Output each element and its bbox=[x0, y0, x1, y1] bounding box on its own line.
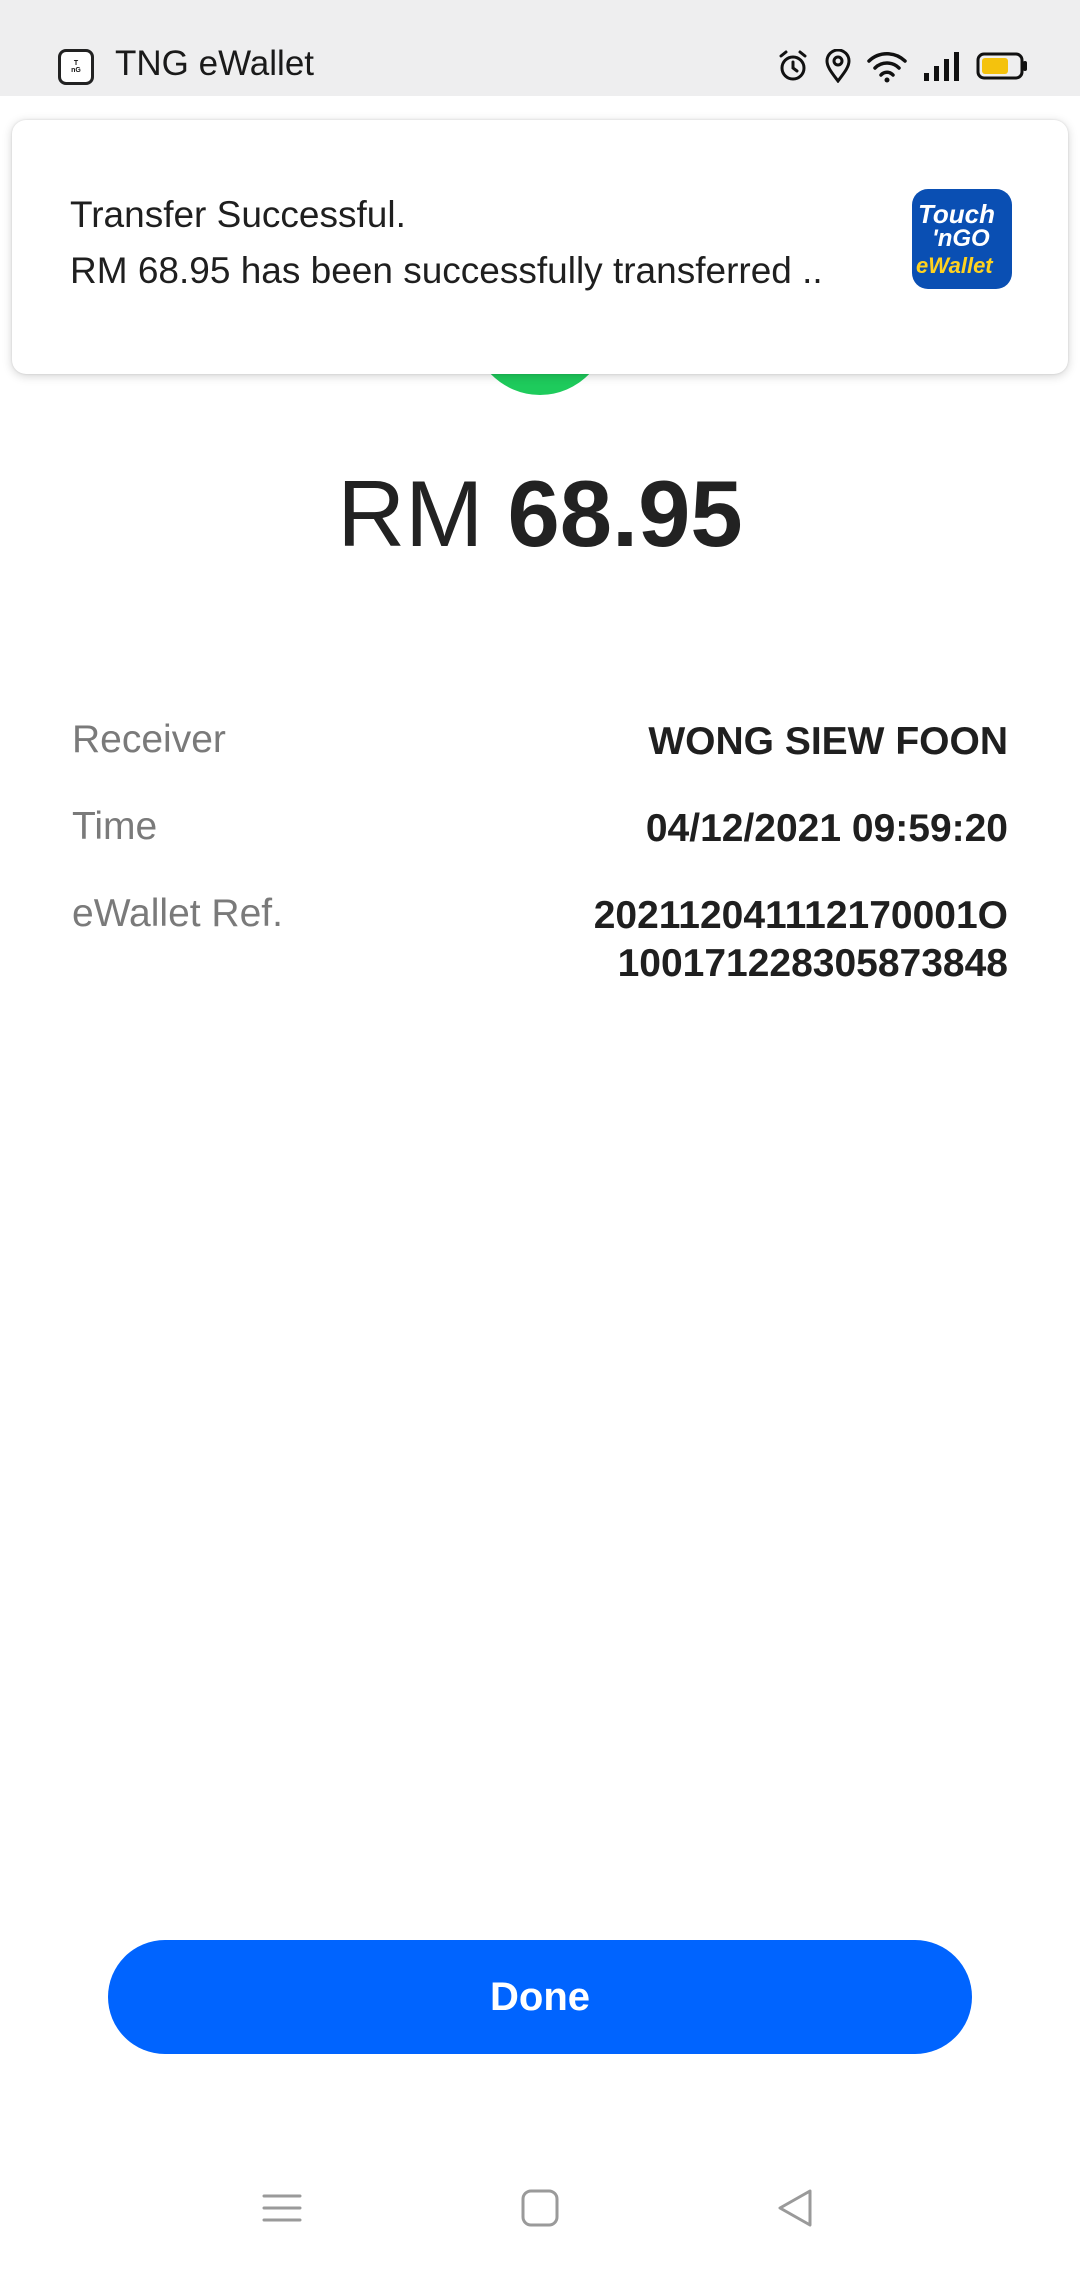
tng-app-icon: TnG bbox=[58, 49, 94, 85]
ewallet-ref-line2: 100171228305873848 bbox=[617, 942, 1008, 985]
notification-title: Transfer Successful. bbox=[70, 194, 406, 235]
system-nav-bar bbox=[0, 2180, 1080, 2250]
signal-icon bbox=[922, 49, 962, 83]
done-button[interactable]: Done bbox=[108, 1940, 972, 2054]
menu-icon[interactable] bbox=[262, 2188, 302, 2233]
back-icon[interactable] bbox=[776, 2188, 816, 2233]
ewallet-ref-value: 202112041112170001O 100171228305873848 bbox=[594, 892, 1008, 988]
tng-logo-icon: Touch 'nGO eWallet bbox=[912, 189, 1012, 289]
transfer-amount: RM 68.95 bbox=[0, 460, 1080, 568]
time-label: Time bbox=[72, 805, 158, 848]
amount-currency: RM bbox=[337, 461, 484, 566]
amount-value: 68.95 bbox=[507, 461, 743, 566]
status-icons bbox=[776, 48, 1028, 84]
wifi-icon bbox=[866, 49, 908, 83]
alarm-icon bbox=[776, 49, 810, 83]
notification-card[interactable]: Transfer Successful. RM 68.95 has been s… bbox=[12, 120, 1068, 374]
home-icon[interactable] bbox=[520, 2188, 560, 2233]
ewallet-ref-line1: 202112041112170001O bbox=[593, 894, 1008, 937]
receiver-label: Receiver bbox=[72, 718, 226, 761]
time-value: 04/12/2021 09:59:20 bbox=[645, 807, 1008, 850]
status-bar: TnG TNG eWallet bbox=[0, 0, 1080, 96]
battery-icon bbox=[976, 51, 1028, 81]
receiver-value: WONG SIEW FOON bbox=[648, 720, 1008, 763]
location-icon bbox=[824, 49, 852, 83]
transfer-success-screen: TnG TNG eWallet Transfer Successful. RM … bbox=[0, 0, 1080, 2280]
notification-body: RM 68.95 has been successfully transferr… bbox=[70, 250, 823, 291]
status-app-name: TNG eWallet bbox=[115, 44, 315, 83]
ewallet-ref-label: eWallet Ref. bbox=[72, 892, 283, 935]
